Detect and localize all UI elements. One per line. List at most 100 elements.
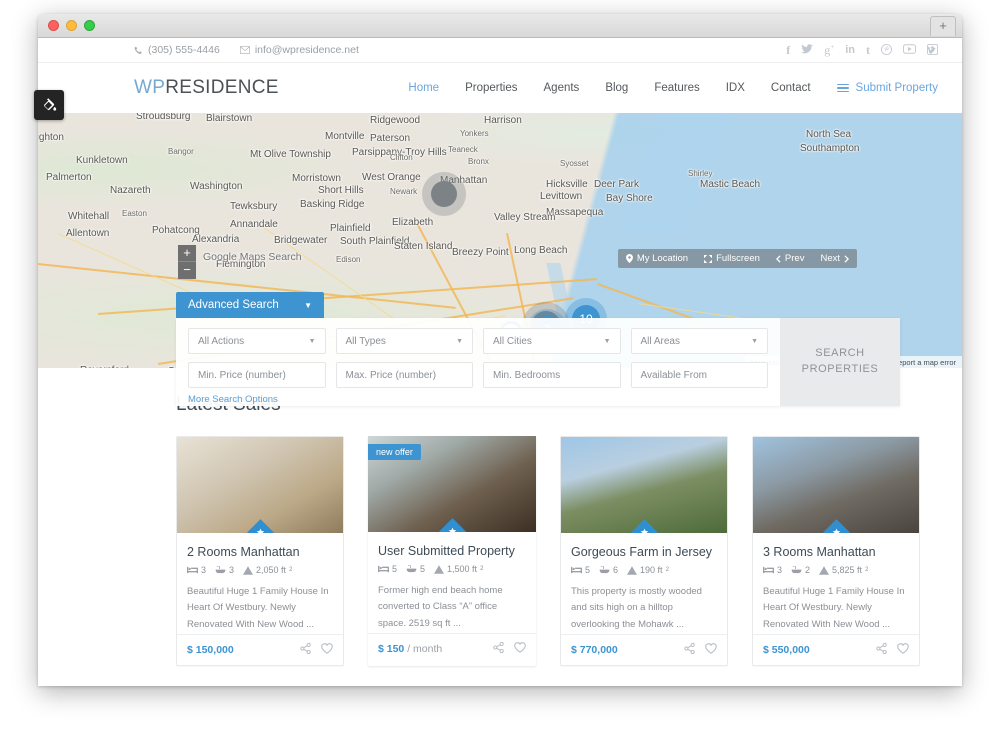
map-toolbar: My Location Fullscreen Prev Next xyxy=(617,249,857,268)
favorite-heart-icon[interactable] xyxy=(321,643,333,657)
property-card[interactable]: 3 Rooms Manhattan 3 2 5,825 ft 2 Beautiful Hu… xyxy=(752,436,920,666)
select-all-areas[interactable]: All Areas ▼ xyxy=(630,328,768,354)
paint-bucket-icon xyxy=(44,98,57,111)
select-all-types[interactable]: All Types ▼ xyxy=(335,328,473,354)
map-cluster-marker[interactable] xyxy=(431,181,457,207)
pinterest-icon[interactable] xyxy=(881,43,892,57)
advanced-search-tab[interactable]: Advanced Search ▼ xyxy=(176,292,324,318)
property-title[interactable]: User Submitted Property xyxy=(378,544,526,558)
site-logo[interactable]: WPRESIDENCE xyxy=(134,77,279,99)
prev-button[interactable]: Prev xyxy=(775,253,804,264)
input-available-from[interactable]: Available From xyxy=(630,362,768,388)
share-icon[interactable] xyxy=(493,641,504,656)
search-properties-button[interactable]: SEARCH PROPERTIES xyxy=(780,318,900,406)
property-title[interactable]: 3 Rooms Manhattan xyxy=(763,545,909,559)
favorite-heart-icon[interactable] xyxy=(705,643,717,657)
facebook-icon[interactable]: f xyxy=(786,44,790,56)
map-label: Lehighton xyxy=(38,132,64,143)
favorite-heart-icon[interactable] xyxy=(514,642,526,656)
featured-star-badge[interactable] xyxy=(631,519,658,533)
map-label: Teaneck xyxy=(448,145,478,154)
window-minimize-button[interactable] xyxy=(66,20,77,31)
map-label: Bronx xyxy=(468,157,489,166)
linkedin-icon[interactable]: in xyxy=(845,44,855,56)
nav-item-agents[interactable]: Agents xyxy=(544,82,580,94)
next-button[interactable]: Next xyxy=(820,253,849,264)
nav-item-features[interactable]: Features xyxy=(654,82,699,94)
property-card[interactable]: 2 Rooms Manhattan 3 3 2,050 ft 2 Beautiful Hu… xyxy=(176,436,344,666)
fullscreen-button[interactable]: Fullscreen xyxy=(704,253,760,264)
property-card[interactable]: Gorgeous Farm in Jersey 5 6 190 ft 2 This pro… xyxy=(560,436,728,666)
map-label: Bridgewater xyxy=(274,235,328,246)
map-label: Stroudsburg xyxy=(136,113,191,122)
property-title[interactable]: Gorgeous Farm in Jersey xyxy=(571,545,717,559)
nav-item-home[interactable]: Home xyxy=(408,82,439,94)
more-search-options-link[interactable]: More Search Options xyxy=(188,394,768,405)
report-map-error-link[interactable]: Report a map error xyxy=(893,358,956,367)
submit-property-button[interactable]: Submit Property xyxy=(836,82,938,95)
tumblr-icon[interactable]: t xyxy=(866,44,870,56)
bedrooms-meta: 3 xyxy=(763,565,782,575)
bath-icon xyxy=(406,565,417,573)
chevron-down-icon: ▼ xyxy=(304,300,312,310)
share-icon[interactable] xyxy=(876,642,887,657)
share-icon[interactable] xyxy=(684,642,695,657)
property-image[interactable]: new offer xyxy=(368,436,536,532)
favorite-heart-icon[interactable] xyxy=(897,643,909,657)
property-image[interactable] xyxy=(561,437,727,533)
map-label: Royersford xyxy=(80,365,129,368)
area-meta: 1,500 ft 2 xyxy=(434,564,483,574)
map-label: Whitehall xyxy=(68,211,110,222)
google-plus-icon[interactable]: g+ xyxy=(824,44,834,57)
my-location-button[interactable]: My Location xyxy=(625,253,688,264)
input-max-price[interactable]: Max. Price (number) xyxy=(335,362,473,388)
map-label: Montville xyxy=(325,131,365,142)
bath-icon xyxy=(791,566,802,574)
map-zoom-controls[interactable]: + − xyxy=(178,245,196,279)
map-label: Ridgewood xyxy=(370,115,421,126)
youtube-icon[interactable] xyxy=(902,44,917,56)
input-min-bedrooms-placeholder: Min. Bedrooms xyxy=(493,369,561,381)
map-label: Breezy Point xyxy=(452,247,509,258)
map-zoom-in-button[interactable]: + xyxy=(178,245,196,262)
phone-item[interactable]: (305) 555-4446 xyxy=(134,44,220,56)
featured-star-badge[interactable] xyxy=(247,519,274,533)
share-icon[interactable] xyxy=(300,642,311,657)
color-picker-widget[interactable] xyxy=(34,90,64,120)
nav-item-blog[interactable]: Blog xyxy=(605,82,628,94)
phone-icon xyxy=(134,46,143,55)
nav-item-idx[interactable]: IDX xyxy=(726,82,745,94)
featured-star-badge[interactable] xyxy=(439,518,466,532)
select-all-actions[interactable]: All Actions ▼ xyxy=(188,328,326,354)
property-image[interactable] xyxy=(753,437,919,533)
nav-item-properties[interactable]: Properties xyxy=(465,82,517,94)
page-viewport: (305) 555-4446 info@wpresidence.net f g+… xyxy=(38,38,962,686)
window-maximize-button[interactable] xyxy=(84,20,95,31)
input-min-price[interactable]: Min. Price (number) xyxy=(188,362,326,388)
map-zoom-out-button[interactable]: − xyxy=(178,262,196,279)
property-card[interactable]: new offer User Submitted Property 5 5 1,500 … xyxy=(368,436,536,666)
property-title[interactable]: 2 Rooms Manhattan xyxy=(187,545,333,559)
new-tab-button[interactable]: + xyxy=(930,16,956,36)
area-icon xyxy=(627,565,638,575)
map-label: Elizabeth xyxy=(392,217,434,228)
map-label: Paterson xyxy=(370,133,411,144)
top-contact-bar: (305) 555-4446 info@wpresidence.net f g+… xyxy=(38,38,962,63)
property-price: $ 150 / month xyxy=(378,643,443,655)
bathrooms-meta: 3 xyxy=(215,565,234,575)
window-close-button[interactable] xyxy=(48,20,59,31)
twitter-icon[interactable] xyxy=(801,43,814,57)
nav-item-contact[interactable]: Contact xyxy=(771,82,811,94)
map-search-input[interactable] xyxy=(201,248,421,265)
map-label: Valley Stream xyxy=(494,212,556,223)
input-min-bedrooms[interactable]: Min. Bedrooms xyxy=(483,362,621,388)
main-content: Latest Sales 2 Rooms Manhattan332,050 ft… xyxy=(38,368,962,666)
new-offer-badge: new offer xyxy=(368,444,421,460)
chevron-down-icon: ▼ xyxy=(456,337,463,345)
select-all-cities[interactable]: All Cities ▼ xyxy=(483,328,621,354)
email-item[interactable]: info@wpresidence.net xyxy=(239,44,359,56)
vimeo-icon[interactable] xyxy=(927,43,938,57)
property-price: $ 550,000 xyxy=(763,644,810,656)
featured-star-badge[interactable] xyxy=(823,519,850,533)
property-image[interactable] xyxy=(177,437,343,533)
